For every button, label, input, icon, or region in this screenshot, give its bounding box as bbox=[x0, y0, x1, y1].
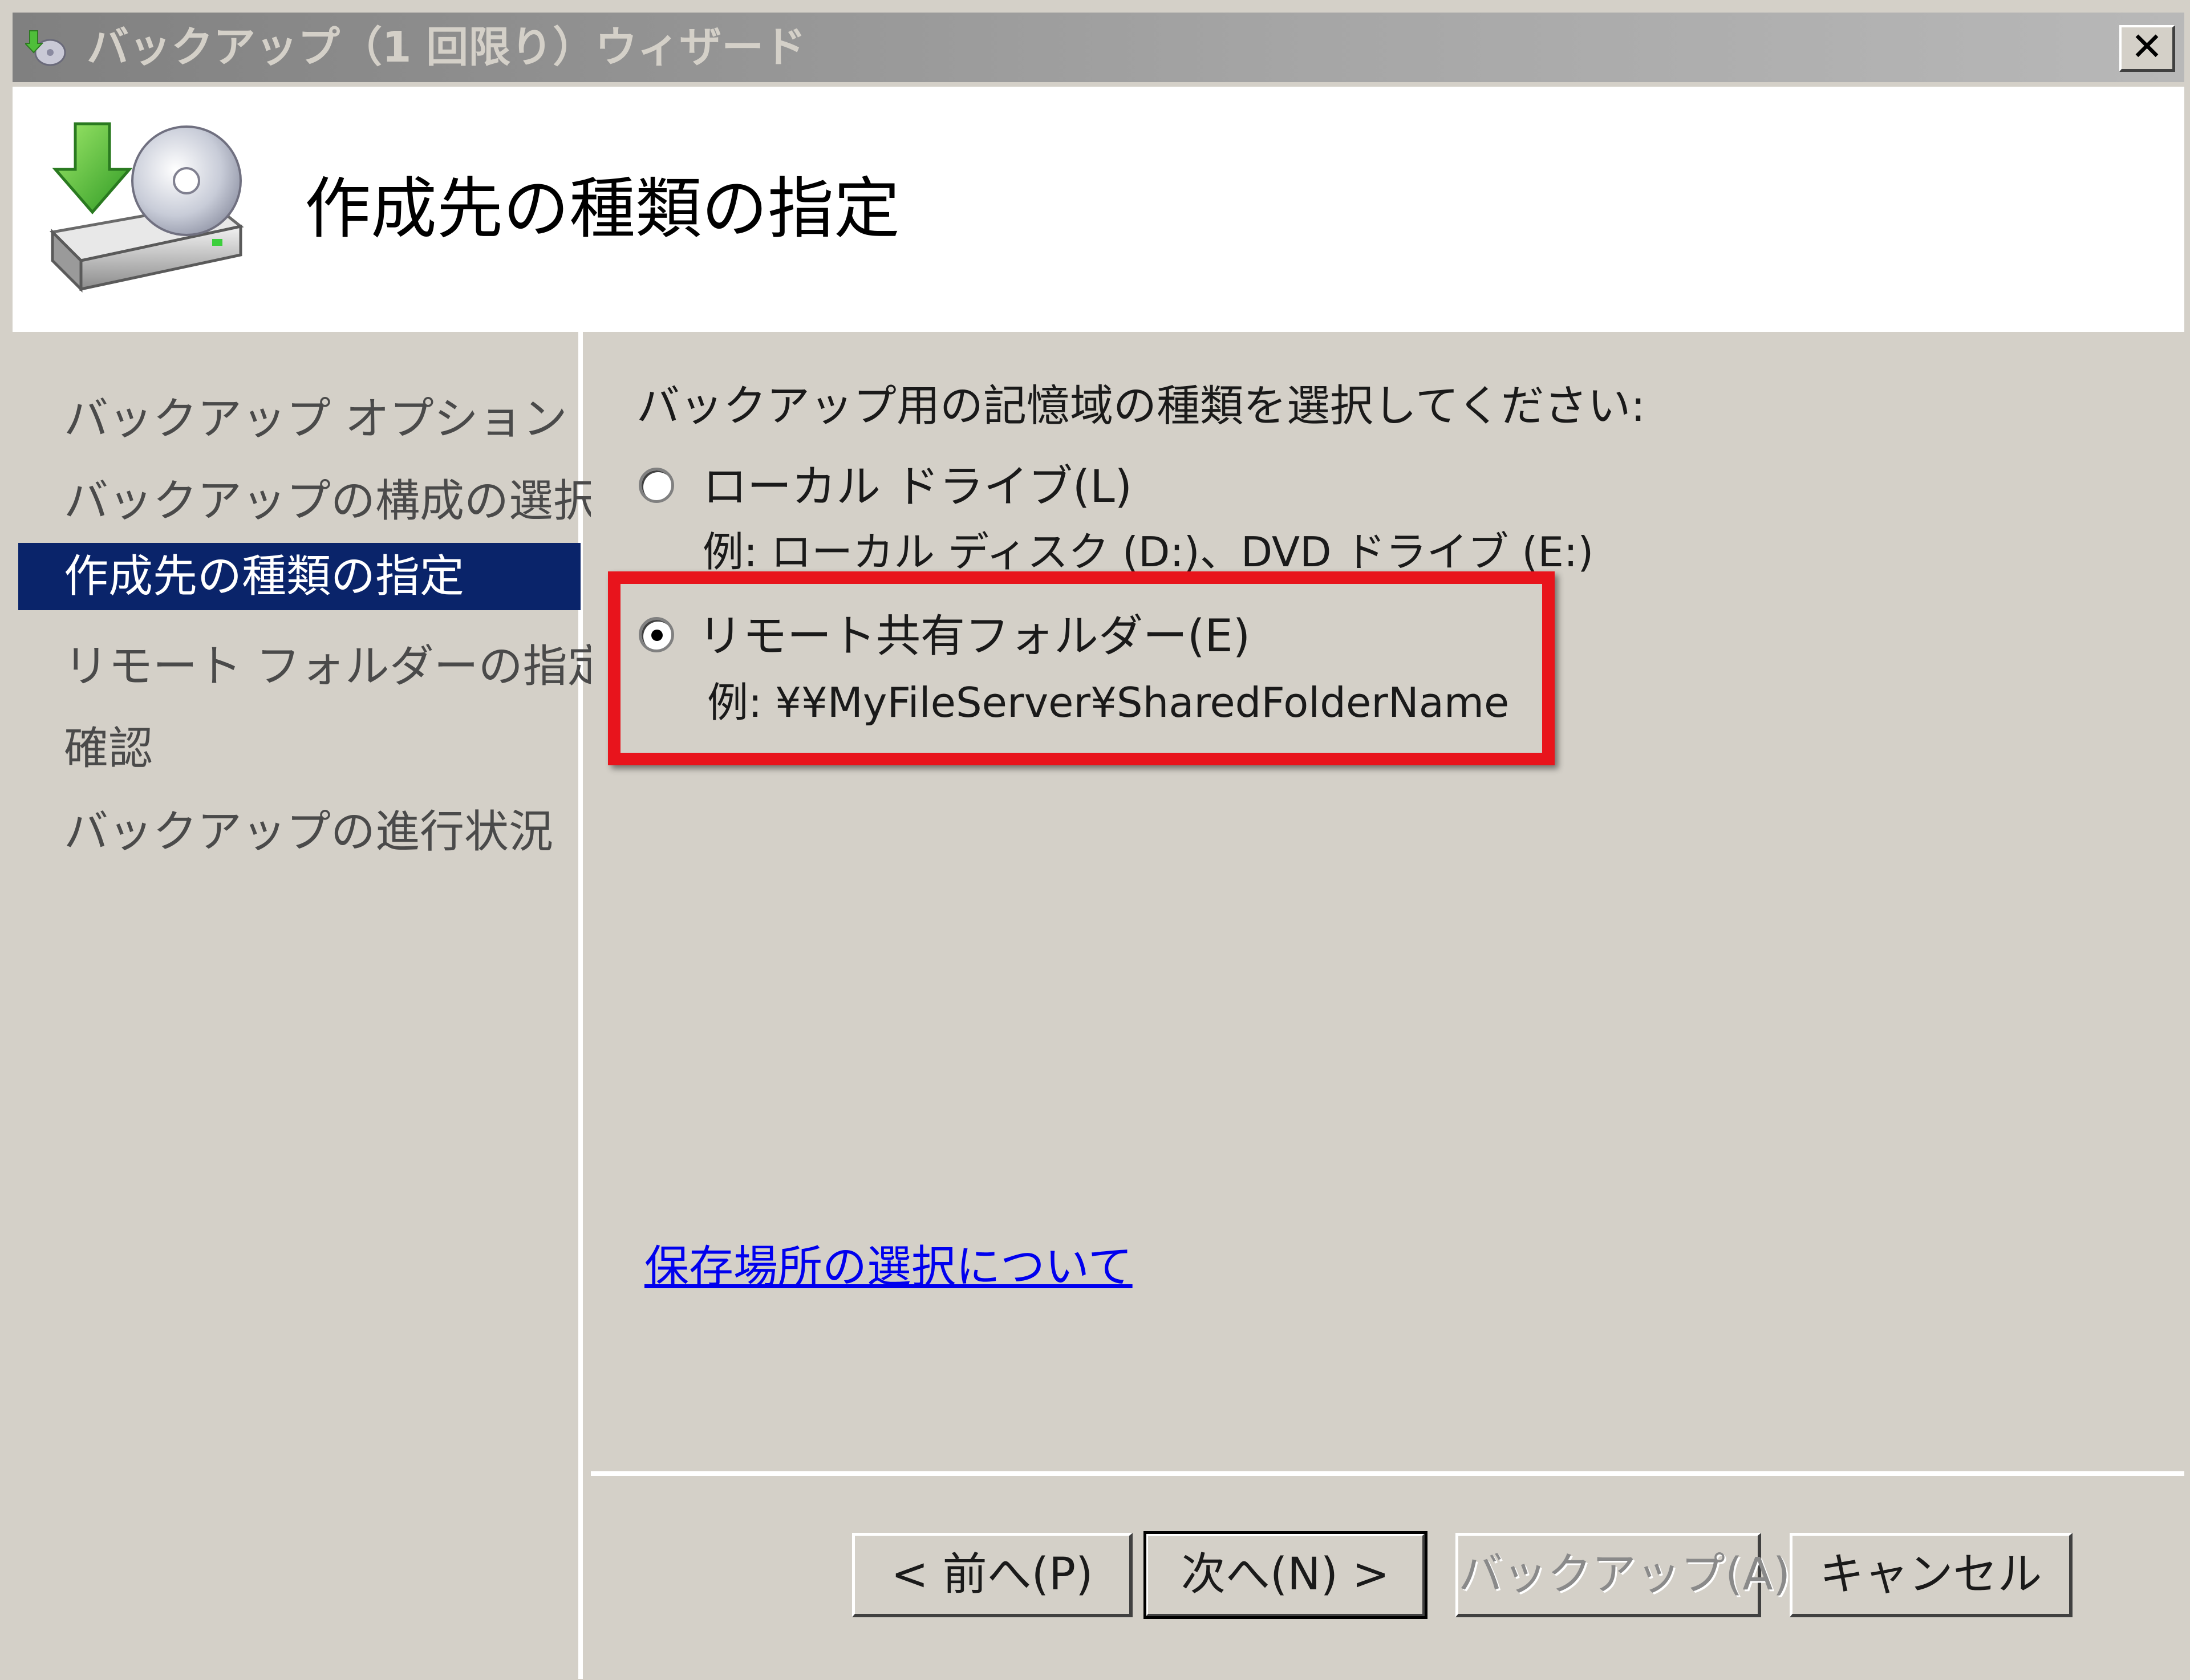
close-icon: ✕ bbox=[2131, 25, 2163, 70]
wizard-main-panel: バックアップ用の記憶域の種類を選択してください: ローカル ドライブ(L) 例:… bbox=[591, 332, 2184, 1471]
nav-item-backup-progress: バックアップの進行状況 bbox=[64, 806, 554, 858]
highlight-box bbox=[608, 571, 1555, 765]
remote-shared-folder-radio[interactable] bbox=[639, 617, 674, 652]
cancel-button[interactable]: キャンセル bbox=[1790, 1533, 2073, 1617]
wizard-header: 作成先の種類の指定 bbox=[13, 87, 2184, 332]
remote-shared-folder-example: 例: ¥¥MyFileServer¥SharedFolderName bbox=[707, 679, 1510, 727]
backup-button[interactable]: バックアップ(A) bbox=[1455, 1533, 1790, 1617]
wizard-footer: < 前へ(P) 次へ(N) > バックアップ(A) キャンセル bbox=[591, 1471, 2184, 1679]
storage-type-prompt: バックアップ用の記憶域の種類を選択してください: bbox=[636, 380, 1646, 431]
remote-shared-folder-label[interactable]: リモート共有フォルダー(E) bbox=[698, 608, 1250, 665]
window-title: バックアップ（1 回限り）ウィザード bbox=[87, 23, 806, 72]
radio-selected-dot bbox=[651, 630, 663, 641]
nav-item-select-configuration: バックアップの構成の選択 bbox=[64, 476, 598, 527]
title-bar[interactable]: バックアップ（1 回限り）ウィザード ✕ bbox=[13, 13, 2184, 82]
close-button[interactable]: ✕ bbox=[2119, 25, 2175, 72]
nav-item-backup-options: バックアップ オプション bbox=[64, 393, 567, 445]
wizard-step-nav: バックアップ オプション バックアップの構成の選択 作成先の種類の指定 リモート… bbox=[13, 332, 612, 1679]
back-button[interactable]: < 前へ(P) bbox=[852, 1533, 1133, 1617]
page-title: 作成先の種類の指定 bbox=[305, 171, 900, 247]
backup-wizard-window: バックアップ（1 回限り）ウィザード ✕ 作成先の種類の指定 バックアップ オプ… bbox=[0, 0, 2190, 1680]
next-button[interactable]: 次へ(N) > bbox=[1143, 1531, 1427, 1619]
nav-item-specify-destination-type: 作成先の種類の指定 bbox=[18, 543, 581, 610]
nav-item-specify-remote-folder: リモート フォルダーの指定 bbox=[64, 641, 612, 692]
nav-item-confirmation: 確認 bbox=[64, 723, 153, 774]
local-drive-radio[interactable] bbox=[639, 468, 674, 503]
backup-drive-icon bbox=[49, 122, 244, 293]
local-drive-label[interactable]: ローカル ドライブ(L) bbox=[703, 458, 1132, 516]
backup-app-icon bbox=[25, 30, 66, 66]
storage-location-help-link[interactable]: 保存場所の選択について bbox=[644, 1239, 1133, 1296]
